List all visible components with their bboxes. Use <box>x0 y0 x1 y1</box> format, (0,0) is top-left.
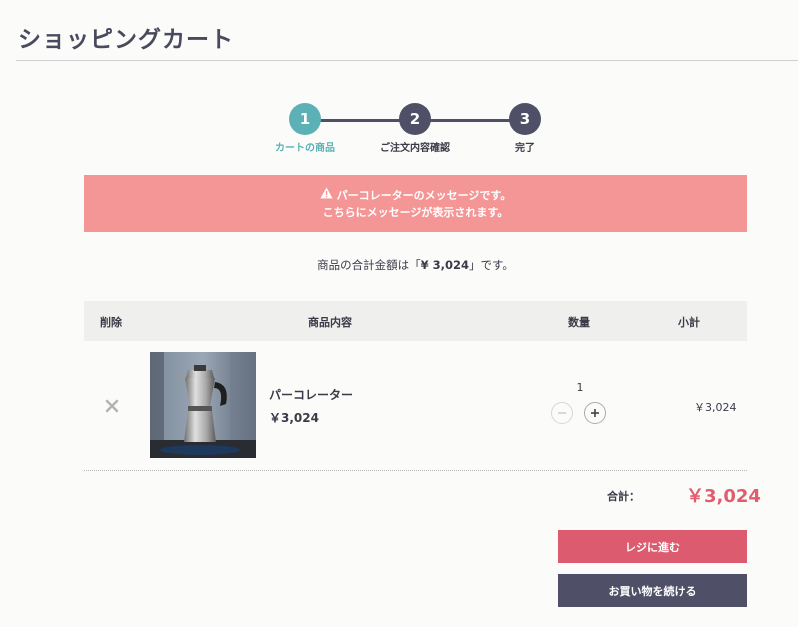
header-subtotal: 小計 <box>678 316 700 329</box>
step-2-circle: 2 <box>399 103 431 135</box>
quantity-decrease-button[interactable] <box>551 402 573 424</box>
cart-table-header: 削除 商品内容 数量 小計 <box>84 301 747 341</box>
title-divider <box>16 60 798 61</box>
warning-icon <box>320 187 333 204</box>
step-connector <box>320 119 400 122</box>
page-title: ショッピングカート <box>18 27 234 53</box>
checkout-progress: 1 2 3 カートの商品 ご注文内容確認 完了 <box>270 103 560 154</box>
quantity-increase-button[interactable] <box>584 402 606 424</box>
checkout-button[interactable]: レジに進む <box>558 530 747 563</box>
product-image[interactable] <box>150 352 256 458</box>
table-row: パーコレーター ￥3,024 1 ￥3,024 <box>84 341 747 470</box>
delete-item-button[interactable] <box>103 397 121 415</box>
header-delete: 削除 <box>100 316 122 329</box>
minus-icon <box>558 412 566 414</box>
total-sentence-amount: ¥ 3,024 <box>420 258 470 272</box>
header-product: 商品内容 <box>308 316 352 329</box>
step-2-label: ご注文内容確認 <box>380 143 450 154</box>
step-connector <box>430 119 510 122</box>
close-icon <box>105 399 119 413</box>
quantity-value: 1 <box>576 381 584 394</box>
step-1-label: カートの商品 <box>275 143 335 154</box>
total-label: 合計： <box>607 490 640 503</box>
row-divider <box>84 470 747 471</box>
header-quantity: 数量 <box>568 316 590 329</box>
item-subtotal: ￥3,024 <box>694 401 737 414</box>
step-3-label: 完了 <box>515 143 535 154</box>
plus-icon <box>591 409 599 417</box>
total-sentence-suffix: 」です。 <box>469 258 514 272</box>
alert-line-1: パーコレーターのメッセージです。 <box>336 188 512 202</box>
continue-shopping-button[interactable]: お買い物を続ける <box>558 574 747 607</box>
step-3-circle: 3 <box>509 103 541 135</box>
product-name[interactable]: パーコレーター <box>269 386 353 403</box>
product-price: ￥3,024 <box>269 411 319 425</box>
alert-message: パーコレーターのメッセージです。 こちらにメッセージが表示されます。 <box>84 175 747 232</box>
total-value: ￥3,024 <box>686 486 761 507</box>
alert-line-2: こちらにメッセージが表示されます。 <box>322 205 509 219</box>
total-sentence-prefix: 商品の合計金額は「 <box>317 258 421 272</box>
step-1-circle: 1 <box>289 103 321 135</box>
cart-total-sentence: 商品の合計金額は「¥ 3,024」です。 <box>84 257 747 273</box>
